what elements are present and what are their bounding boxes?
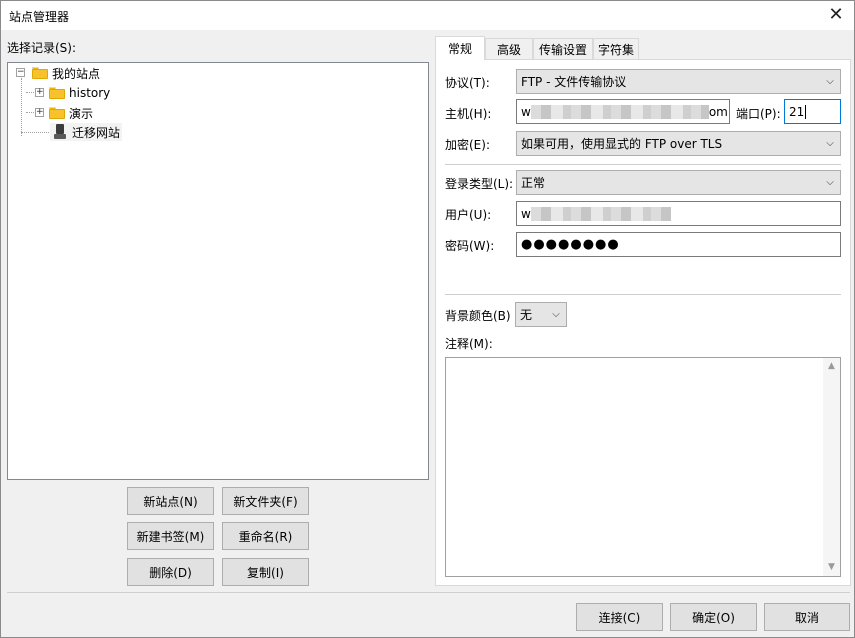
- user-label: 用户(U):: [445, 208, 492, 222]
- comments-textarea[interactable]: ▲ ▼: [445, 357, 841, 577]
- logon-type-select[interactable]: 正常 ⌵: [516, 170, 841, 195]
- site-manager-window: 站点管理器 ✕ 选择记录(S): − 我的站点 + history + 演示 迁…: [0, 0, 855, 638]
- divider: [445, 164, 841, 165]
- comments-scrollbar[interactable]: ▲ ▼: [823, 358, 840, 576]
- select-entry-label: 选择记录(S):: [7, 41, 77, 55]
- host-label: 主机(H):: [445, 107, 492, 121]
- logon-type-label: 登录类型(L):: [445, 177, 514, 191]
- comments-label: 注释(M):: [445, 337, 493, 351]
- host-value-suffix: om: [708, 104, 728, 119]
- new-bookmark-button[interactable]: 新建书签(M): [127, 522, 214, 550]
- ok-button[interactable]: 确定(O): [670, 603, 757, 631]
- tree-node-label: 演示: [69, 106, 94, 121]
- encryption-value: 如果可用，使用显式的 FTP over TLS: [521, 137, 723, 151]
- tree-node-label: 我的站点: [52, 66, 101, 81]
- tree-line: [21, 78, 22, 136]
- expand-icon[interactable]: +: [35, 108, 44, 117]
- background-color-label: 背景颜色(B): [445, 309, 511, 323]
- tree-node-history[interactable]: + history: [35, 84, 110, 102]
- encryption-label: 加密(E):: [445, 138, 490, 152]
- background-color-select[interactable]: 无 ⌵: [515, 302, 567, 327]
- password-input[interactable]: ●●●●●●●●: [516, 232, 841, 257]
- folder-icon: [49, 87, 65, 99]
- port-input[interactable]: 21: [784, 99, 841, 124]
- redacted-host: [530, 104, 709, 119]
- host-input[interactable]: w om: [516, 99, 730, 124]
- window-title: 站点管理器: [9, 10, 70, 24]
- port-label: 端口(P):: [736, 107, 781, 121]
- protocol-select[interactable]: FTP - 文件传输协议 ⌵: [516, 69, 841, 94]
- tree-node-label: history: [69, 86, 111, 100]
- host-value-prefix: w: [521, 104, 531, 119]
- tree-line: [21, 132, 51, 133]
- password-label: 密码(W):: [445, 239, 495, 253]
- chevron-down-icon: ⌵: [826, 138, 834, 149]
- chevron-down-icon: ⌵: [552, 309, 560, 320]
- cancel-button[interactable]: 取消: [764, 603, 850, 631]
- chevron-down-icon: ⌵: [826, 76, 834, 87]
- connect-button[interactable]: 连接(C): [576, 603, 663, 631]
- tab-charset[interactable]: 字符集: [593, 38, 639, 60]
- collapse-icon[interactable]: −: [16, 68, 25, 77]
- new-site-button[interactable]: 新站点(N): [127, 487, 214, 515]
- redacted-user: [530, 206, 671, 221]
- divider: [445, 294, 841, 295]
- new-folder-button[interactable]: 新文件夹(F): [222, 487, 309, 515]
- site-tree[interactable]: − 我的站点 + history + 演示 迁移网站: [7, 62, 429, 480]
- user-value-prefix: w: [521, 206, 531, 221]
- server-icon: [54, 124, 66, 140]
- protocol-label: 协议(T):: [445, 76, 490, 90]
- tab-transfer-settings[interactable]: 传输设置: [533, 38, 593, 60]
- encryption-select[interactable]: 如果可用，使用显式的 FTP over TLS ⌵: [516, 131, 841, 156]
- copy-button[interactable]: 复制(I): [222, 558, 309, 586]
- tree-node-site[interactable]: 迁移网站: [50, 123, 123, 141]
- scroll-down-icon[interactable]: ▼: [823, 559, 840, 576]
- folder-icon: [32, 67, 48, 79]
- title-bar: 站点管理器 ✕: [1, 1, 854, 30]
- chevron-down-icon: ⌵: [826, 177, 834, 188]
- scroll-up-icon[interactable]: ▲: [823, 358, 840, 375]
- text-cursor: [805, 104, 807, 119]
- close-icon[interactable]: ✕: [826, 5, 846, 25]
- password-value: ●●●●●●●●: [521, 237, 620, 252]
- folder-icon: [49, 107, 65, 119]
- delete-button[interactable]: 删除(D): [127, 558, 214, 586]
- background-color-value: 无: [520, 308, 533, 322]
- rename-button[interactable]: 重命名(R): [222, 522, 309, 550]
- tree-node-root[interactable]: − 我的站点: [16, 64, 100, 82]
- tree-node-label: 迁移网站: [72, 125, 121, 140]
- protocol-value: FTP - 文件传输协议: [521, 75, 627, 89]
- expand-icon[interactable]: +: [35, 88, 44, 97]
- tab-general[interactable]: 常规: [435, 36, 485, 60]
- tab-advanced[interactable]: 高级: [485, 38, 533, 60]
- tree-node-demo[interactable]: + 演示: [35, 104, 93, 122]
- port-value: 21: [789, 104, 805, 119]
- footer-divider: [7, 592, 850, 593]
- user-input[interactable]: w: [516, 201, 841, 226]
- logon-type-value: 正常: [521, 176, 546, 190]
